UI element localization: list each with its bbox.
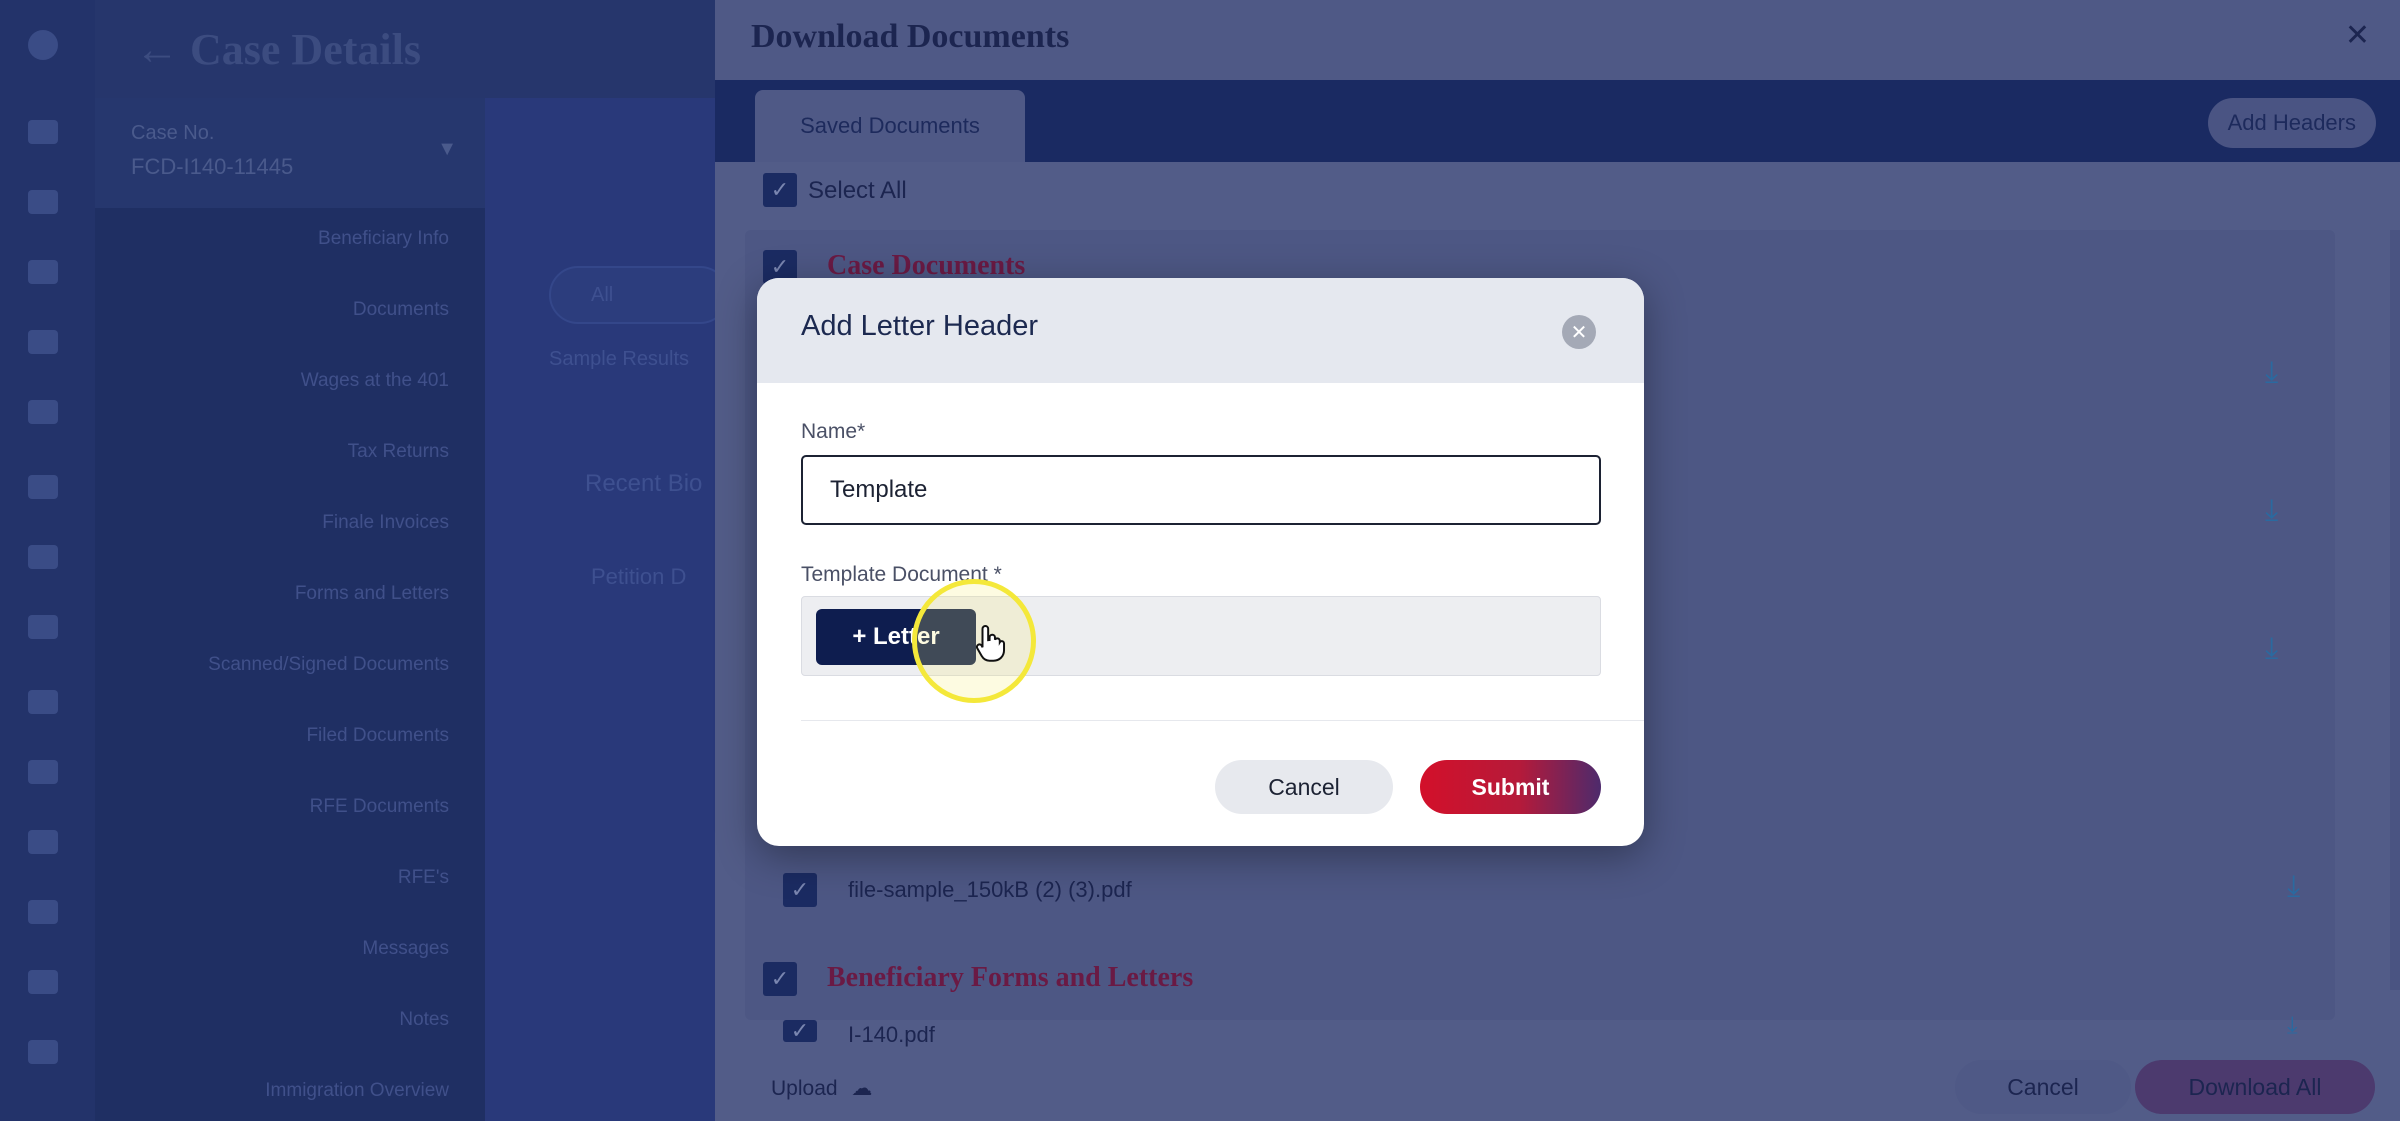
template-document-field[interactable]: + Letter: [801, 579, 1601, 703]
download-icon[interactable]: ⤓: [2287, 870, 2300, 904]
nav-item[interactable]: Finale Invoices: [322, 512, 449, 534]
settings-icon[interactable]: [28, 615, 58, 639]
left-icon-rail: [0, 0, 95, 1121]
dialog-header: Add Letter Header ✕: [757, 278, 1644, 383]
select-all-checkbox[interactable]: ✓: [763, 173, 797, 207]
submit-button[interactable]: Submit: [1420, 760, 1601, 814]
section-title-beneficiary-forms: Beneficiary Forms and Letters: [827, 962, 1194, 993]
panel-header: Download Documents ✕: [715, 0, 2400, 80]
dashboard-icon[interactable]: [28, 120, 58, 144]
download-icon[interactable]: ⤓: [2265, 632, 2278, 666]
mail-icon[interactable]: [28, 475, 58, 499]
download-icon[interactable]: ⤓: [2265, 356, 2278, 390]
page-title: ← Case Details: [135, 25, 421, 74]
cases-icon[interactable]: [28, 190, 58, 214]
panel-cancel-button[interactable]: Cancel: [1955, 1060, 2131, 1114]
chart-icon[interactable]: [28, 545, 58, 569]
app-header: ← Case Details: [95, 0, 715, 98]
case-content-area: All Sample Results Recent Bio Petition D: [485, 98, 729, 1121]
panel-scrollbar[interactable]: [2390, 230, 2400, 990]
add-letter-header-dialog: Add Letter Header ✕ Name* Template Docum…: [757, 278, 1644, 846]
petition-label: Petition D: [591, 564, 687, 589]
nav-item[interactable]: Beneficiary Info: [318, 228, 449, 250]
recent-label: Recent Bio: [585, 470, 703, 497]
panel-tab-bar: Saved Documents Add Headers: [715, 80, 2400, 162]
help-icon[interactable]: [28, 1040, 58, 1064]
nav-item[interactable]: Notes: [399, 1009, 449, 1031]
close-icon[interactable]: ✕: [2345, 18, 2370, 53]
nav-item[interactable]: Tax Returns: [348, 441, 449, 463]
nav-item[interactable]: Immigration Overview: [265, 1080, 449, 1102]
nav-item[interactable]: RFE Documents: [310, 796, 449, 818]
dialog-title: Add Letter Header: [801, 310, 1038, 342]
calendar-icon[interactable]: [28, 260, 58, 284]
documents-icon[interactable]: [28, 330, 58, 354]
filter-text: Sample Results: [549, 348, 690, 370]
case-selector[interactable]: Case No. FCD-I140-11445 ▼: [95, 98, 485, 208]
case-selector-value: FCD-I140-11445: [131, 154, 294, 179]
name-label: Name*: [801, 420, 866, 443]
download-icon[interactable]: ⤓: [2287, 1012, 2298, 1040]
case-selector-label: Case No.: [131, 122, 215, 144]
nav-item[interactable]: Wages at the 401: [301, 370, 449, 392]
nav-item[interactable]: Scanned/Signed Documents: [208, 654, 449, 676]
logo-icon: [28, 30, 58, 60]
clock-icon[interactable]: [28, 760, 58, 784]
section-checkbox[interactable]: ✓: [763, 962, 797, 996]
chevron-down-icon: ▼: [437, 138, 457, 160]
name-input[interactable]: [801, 455, 1601, 525]
download-icon[interactable]: ⤓: [2265, 494, 2278, 528]
filter-chip[interactable]: All: [549, 266, 729, 324]
add-headers-button[interactable]: Add Headers: [2207, 98, 2376, 148]
user-icon[interactable]: [28, 830, 58, 854]
reports-icon[interactable]: [28, 400, 58, 424]
dialog-divider: [801, 720, 1644, 721]
bell-icon[interactable]: [28, 900, 58, 924]
upload-link[interactable]: Upload ☁: [771, 1076, 872, 1101]
file-name[interactable]: I-140.pdf: [848, 1022, 935, 1048]
nav-item[interactable]: Filed Documents: [306, 725, 449, 747]
file-checkbox[interactable]: ✓: [783, 873, 817, 907]
folder-icon[interactable]: [28, 970, 58, 994]
panel-title: Download Documents: [751, 18, 1070, 55]
case-side-navigation: Case No. FCD-I140-11445 ▼ Beneficiary In…: [95, 98, 485, 1121]
close-icon[interactable]: ✕: [1562, 315, 1596, 349]
select-all-label: Select All: [808, 177, 907, 204]
nav-item[interactable]: Documents: [353, 299, 449, 321]
hand-pointer-icon: [975, 625, 1006, 662]
nav-item[interactable]: Forms and Letters: [295, 583, 449, 605]
file-name[interactable]: file-sample_150kB (2) (3).pdf: [848, 877, 1132, 903]
cloud-upload-icon: ☁: [851, 1077, 873, 1100]
nav-item[interactable]: Messages: [362, 938, 449, 960]
file-checkbox[interactable]: ✓: [783, 1018, 817, 1043]
cancel-button[interactable]: Cancel: [1215, 760, 1393, 814]
nav-item[interactable]: RFE's: [398, 867, 449, 889]
tab-saved-documents[interactable]: Saved Documents: [755, 90, 1025, 162]
chat-icon[interactable]: [28, 690, 58, 714]
download-all-button[interactable]: Download All: [2135, 1060, 2375, 1114]
